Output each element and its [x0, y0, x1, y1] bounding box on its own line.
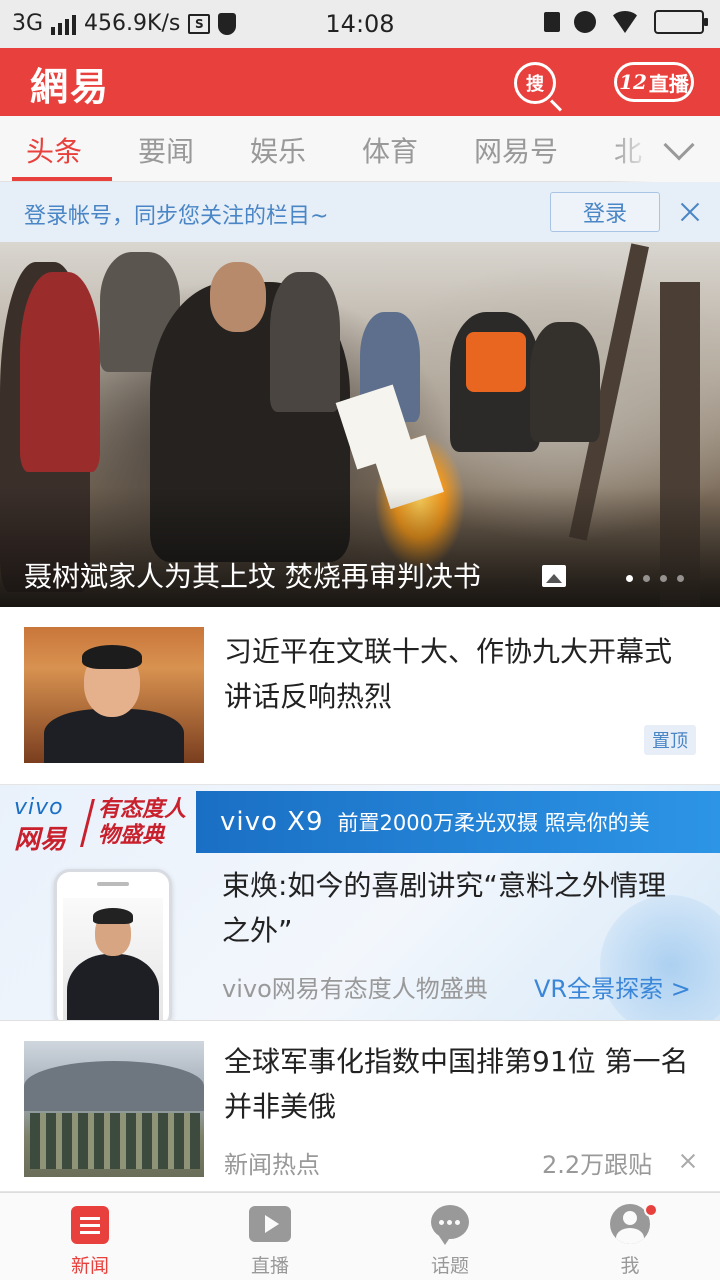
thumb-hair: [82, 645, 142, 669]
tab-headlines[interactable]: 头条: [26, 130, 82, 170]
nav-label: 我: [620, 1255, 640, 1277]
bottom-nav: 新闻 直播 话题 我: [0, 1192, 720, 1280]
login-prompt-text: 登录帐号，同步您关注的栏目~: [24, 204, 329, 229]
chat-bubble-icon: [431, 1205, 469, 1245]
ad-title: 束焕:如今的喜剧讲究“意料之外情理之外”: [222, 869, 666, 947]
article-source: 新闻热点: [224, 1151, 320, 1179]
ad-model: vivo X9: [220, 807, 324, 837]
carousel-dot: [626, 575, 633, 582]
event-logo: 有态度人物盛典: [98, 797, 187, 848]
tab-news[interactable]: 要闻: [138, 130, 194, 170]
status-bar: 3G 456.9K/s S 14:08: [0, 0, 720, 48]
nav-label: 新闻: [70, 1255, 109, 1277]
live-button[interactable]: 12 直播: [614, 62, 694, 102]
phone-speaker: [97, 882, 129, 886]
article-title: 习近平在文联十大、作协九大开幕式讲话反响热烈: [224, 635, 673, 713]
pinned-badge: 置顶: [644, 725, 696, 755]
hero-carousel[interactable]: 聂树斌家人为其上坟 焚烧再审判决书: [0, 242, 720, 607]
app-header: 網易 搜 12 直播: [0, 48, 720, 116]
nav-me[interactable]: 我: [540, 1193, 720, 1280]
ad-source: vivo网易有态度人物盛典: [222, 975, 488, 1003]
nav-live[interactable]: 直播: [180, 1193, 360, 1280]
screen-hair: [93, 908, 133, 924]
bystander-figure: [20, 272, 100, 472]
active-tab-underline: [12, 177, 112, 181]
tabs-fade: [610, 116, 720, 182]
channel-tabs: 头条 要闻 娱乐 体育 网易号 北: [0, 116, 720, 182]
sponsored-ad[interactable]: vivo 网易 有态度人物盛典 vivo X9 前置2000万柔光双摄 照亮你的…: [0, 785, 720, 1021]
search-button[interactable]: 搜: [514, 62, 556, 104]
dismiss-icon[interactable]: [680, 1153, 696, 1169]
status-right: [544, 10, 708, 34]
ad-banner-text: vivo X9 前置2000万柔光双摄 照亮你的美: [220, 807, 650, 837]
vivo-logo: vivo: [14, 795, 64, 820]
vr-explore-link[interactable]: VR全景探索 >: [534, 969, 691, 1004]
battery-icon: [654, 10, 708, 34]
tab-netease-hao[interactable]: 网易号: [474, 130, 558, 170]
orange-vest: [466, 332, 526, 392]
carousel-dot: [643, 575, 650, 582]
search-label: 搜: [526, 74, 544, 95]
thumb-soldiers: [30, 1113, 200, 1169]
play-icon: [249, 1206, 291, 1242]
ad-slogan: 前置2000万柔光双摄 照亮你的美: [337, 811, 650, 835]
nav-news[interactable]: 新闻: [0, 1193, 180, 1280]
phone-image: [54, 869, 172, 1020]
login-prompt-bar: 登录帐号，同步您关注的栏目~ 登录: [0, 182, 720, 242]
comment-count: 2.2万跟贴: [542, 1151, 653, 1179]
phone-screen: [63, 898, 163, 1020]
carousel-dot: [677, 575, 684, 582]
tab-sports[interactable]: 体育: [362, 130, 418, 170]
image-gallery-icon: [542, 565, 566, 587]
live-count: 12: [619, 70, 647, 94]
netease-ad-logo: 网易: [14, 825, 67, 855]
netease-logo[interactable]: 網易: [30, 56, 110, 111]
login-button[interactable]: 登录: [550, 192, 660, 232]
nav-label: 直播: [250, 1255, 289, 1277]
kneeling-man-head: [210, 262, 266, 332]
carousel-dot: [660, 575, 667, 582]
article-title: 全球军事化指数中国排第91位 第一名并非美俄: [224, 1045, 689, 1123]
screen-figure: [67, 954, 159, 1020]
article-thumbnail: [24, 627, 204, 763]
mute-icon: [544, 12, 560, 32]
tab-entertainment[interactable]: 娱乐: [250, 130, 306, 170]
wifi-icon: [610, 11, 640, 33]
alarm-icon: [574, 11, 596, 33]
nav-label: 话题: [430, 1255, 469, 1277]
news-icon: [71, 1206, 109, 1244]
hero-caption: 聂树斌家人为其上坟 焚烧再审判决书: [24, 560, 481, 593]
article-thumbnail: [24, 1041, 204, 1177]
bystander-figure: [530, 322, 600, 442]
logo-separator: [80, 799, 95, 847]
live-label: 直播: [648, 71, 689, 96]
bystander-figure: [270, 272, 340, 412]
thumb-figure: [44, 709, 184, 763]
carousel-dots: [626, 575, 684, 582]
nav-topics[interactable]: 话题: [360, 1193, 540, 1280]
notification-dot: [644, 1203, 658, 1217]
list-item[interactable]: 全球军事化指数中国排第91位 第一名并非美俄 新闻热点 2.2万跟贴: [0, 1021, 720, 1192]
thumb-hangar: [24, 1061, 204, 1111]
list-item[interactable]: 习近平在文联十大、作协九大开幕式讲话反响热烈 置顶: [0, 607, 720, 785]
close-icon[interactable]: [680, 196, 700, 226]
